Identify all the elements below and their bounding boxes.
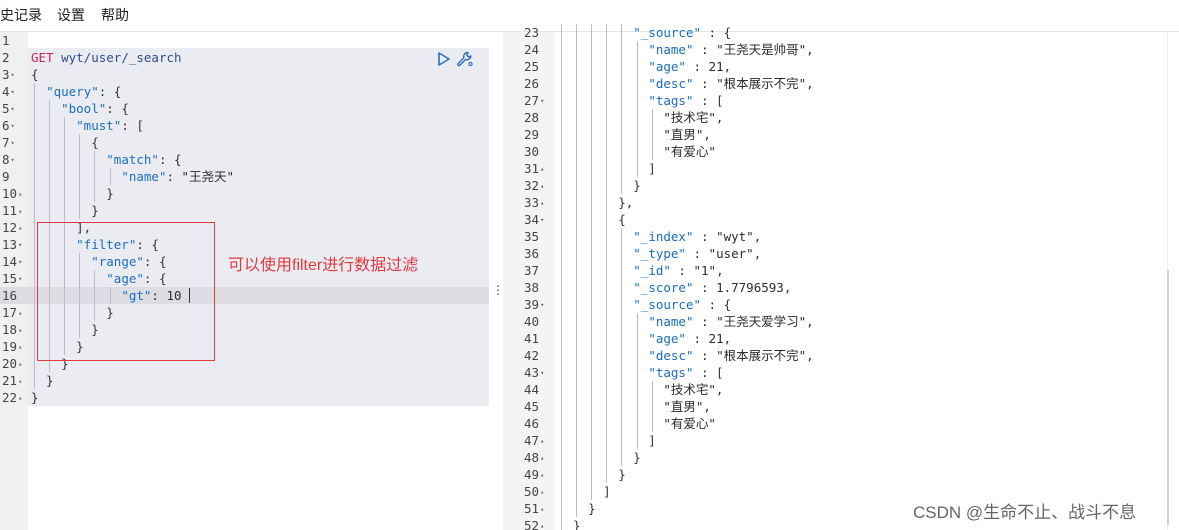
fold-end-icon[interactable]: ▴ [540, 182, 544, 190]
response-code-line: "_source" : { [633, 25, 732, 40]
request-line-number: 3▾ [2, 67, 15, 82]
response-code-line: } [558, 178, 641, 193]
request-code-line: "name": "王尧天" [121, 169, 235, 184]
response-code-line: ] [558, 484, 611, 499]
response-code-line: "age" : 21, [648, 59, 732, 74]
fold-end-icon[interactable]: ▴ [540, 454, 544, 462]
request-code-line: { [31, 67, 39, 82]
fold-expanded-icon[interactable]: ▾ [11, 122, 15, 130]
response-code-line: } [558, 501, 596, 516]
fold-end-icon[interactable]: ▴ [540, 505, 544, 513]
fold-end-icon[interactable]: ▴ [18, 190, 22, 198]
fold-end-icon[interactable]: ▴ [540, 199, 544, 207]
response-code-line: { [558, 212, 626, 227]
request-code-line: "query": { [46, 84, 122, 99]
fold-end-icon[interactable]: ▴ [540, 471, 544, 479]
menu-help[interactable]: 帮助 [101, 6, 129, 24]
pane-splitter[interactable] [489, 32, 503, 530]
fold-end-icon[interactable]: ▴ [18, 224, 22, 232]
fold-expanded-icon[interactable]: ▾ [18, 275, 22, 283]
fold-expanded-icon[interactable]: ▾ [540, 369, 544, 377]
request-code-line: "match": { [106, 152, 182, 167]
response-code-line: "desc" : "根本展示不完", [648, 348, 814, 363]
fold-expanded-icon[interactable]: ▾ [11, 105, 15, 113]
response-code-line: "name" : "王尧天爱学习", [648, 314, 814, 329]
response-code-line: "_source" : { [633, 297, 732, 312]
annotation-box [37, 222, 215, 361]
fold-end-icon[interactable]: ▴ [540, 488, 544, 496]
fold-end-icon[interactable]: ▴ [18, 309, 22, 317]
fold-expanded-icon[interactable]: ▾ [11, 71, 15, 79]
fold-end-icon[interactable]: ▴ [18, 207, 22, 215]
fold-end-icon[interactable]: ▴ [18, 377, 22, 385]
annotation-text: 可以使用filter进行数据过滤 [228, 257, 419, 274]
response-code-line: "tags" : [ [648, 365, 724, 380]
response-code-line: ] [558, 161, 656, 176]
fold-expanded-icon[interactable]: ▾ [11, 139, 15, 147]
menu-history[interactable]: 史记录 [0, 6, 42, 24]
response-code-line: "_index" : "wyt", [633, 229, 762, 244]
watermark: CSDN @生命不止、战斗不息 [913, 503, 1137, 522]
fold-end-icon[interactable]: ▴ [540, 437, 544, 445]
fold-end-icon[interactable]: ▴ [540, 165, 544, 173]
fold-expanded-icon[interactable]: ▾ [540, 301, 544, 309]
fold-expanded-icon[interactable]: ▾ [18, 241, 22, 249]
request-line-number: 1 [2, 33, 10, 48]
response-code-line: }, [558, 195, 634, 210]
fold-expanded-icon[interactable]: ▾ [11, 88, 15, 96]
request-code-line: } [31, 390, 39, 405]
fold-expanded-icon[interactable]: ▾ [540, 216, 544, 224]
response-code-line: "age" : 21, [648, 331, 732, 346]
request-code-line: "must": [ [76, 118, 144, 133]
fold-end-icon[interactable]: ▴ [18, 343, 22, 351]
response-code-line: "有爱心" [663, 416, 716, 431]
splitter-handle-icon[interactable]: ⋮ [492, 282, 504, 298]
request-line-number: 22▴ [2, 390, 23, 405]
response-code-line: "有爱心" [663, 144, 716, 159]
request-code-line: } [31, 203, 99, 218]
response-code-line: "直男", [663, 399, 711, 414]
request-code-line: "bool": { [61, 101, 129, 116]
response-code-line: "tags" : [ [648, 93, 724, 108]
request-code-line: } [31, 373, 54, 388]
response-scrollbar-thumb[interactable] [1167, 270, 1169, 525]
request-code-line: { [31, 135, 99, 150]
response-code-line: } [558, 450, 641, 465]
response-code-line: } [558, 518, 581, 530]
fold-end-icon[interactable]: ▴ [18, 326, 22, 334]
response-code-line: "_id" : "1", [633, 263, 724, 278]
wrench-icon[interactable] [456, 51, 474, 67]
play-icon[interactable] [436, 51, 452, 67]
response-code-line: "技术宅", [663, 110, 724, 125]
fold-end-icon[interactable]: ▴ [18, 394, 22, 402]
request-code-line: GET wyt/user/_search [31, 50, 182, 65]
response-code-line: "name" : "王尧天是帅哥", [648, 42, 814, 57]
fold-end-icon[interactable]: ▴ [540, 522, 544, 530]
response-code-line: "_score" : 1.7796593, [633, 280, 792, 295]
response-code-line: "_type" : "user", [633, 246, 762, 261]
request-code-line: } [31, 186, 114, 201]
fold-expanded-icon[interactable]: ▾ [11, 156, 15, 164]
fold-end-icon[interactable]: ▴ [18, 360, 22, 368]
response-code-line: } [558, 467, 626, 482]
fold-expanded-icon[interactable]: ▾ [18, 258, 22, 266]
response-code-line: "直男", [663, 127, 711, 142]
response-code-line: "desc" : "根本展示不完", [648, 76, 814, 91]
menu-settings[interactable]: 设置 [57, 6, 85, 24]
response-code-line: ] [558, 433, 656, 448]
fold-expanded-icon[interactable]: ▾ [540, 97, 544, 105]
response-code-line: "技术宅", [663, 382, 724, 397]
